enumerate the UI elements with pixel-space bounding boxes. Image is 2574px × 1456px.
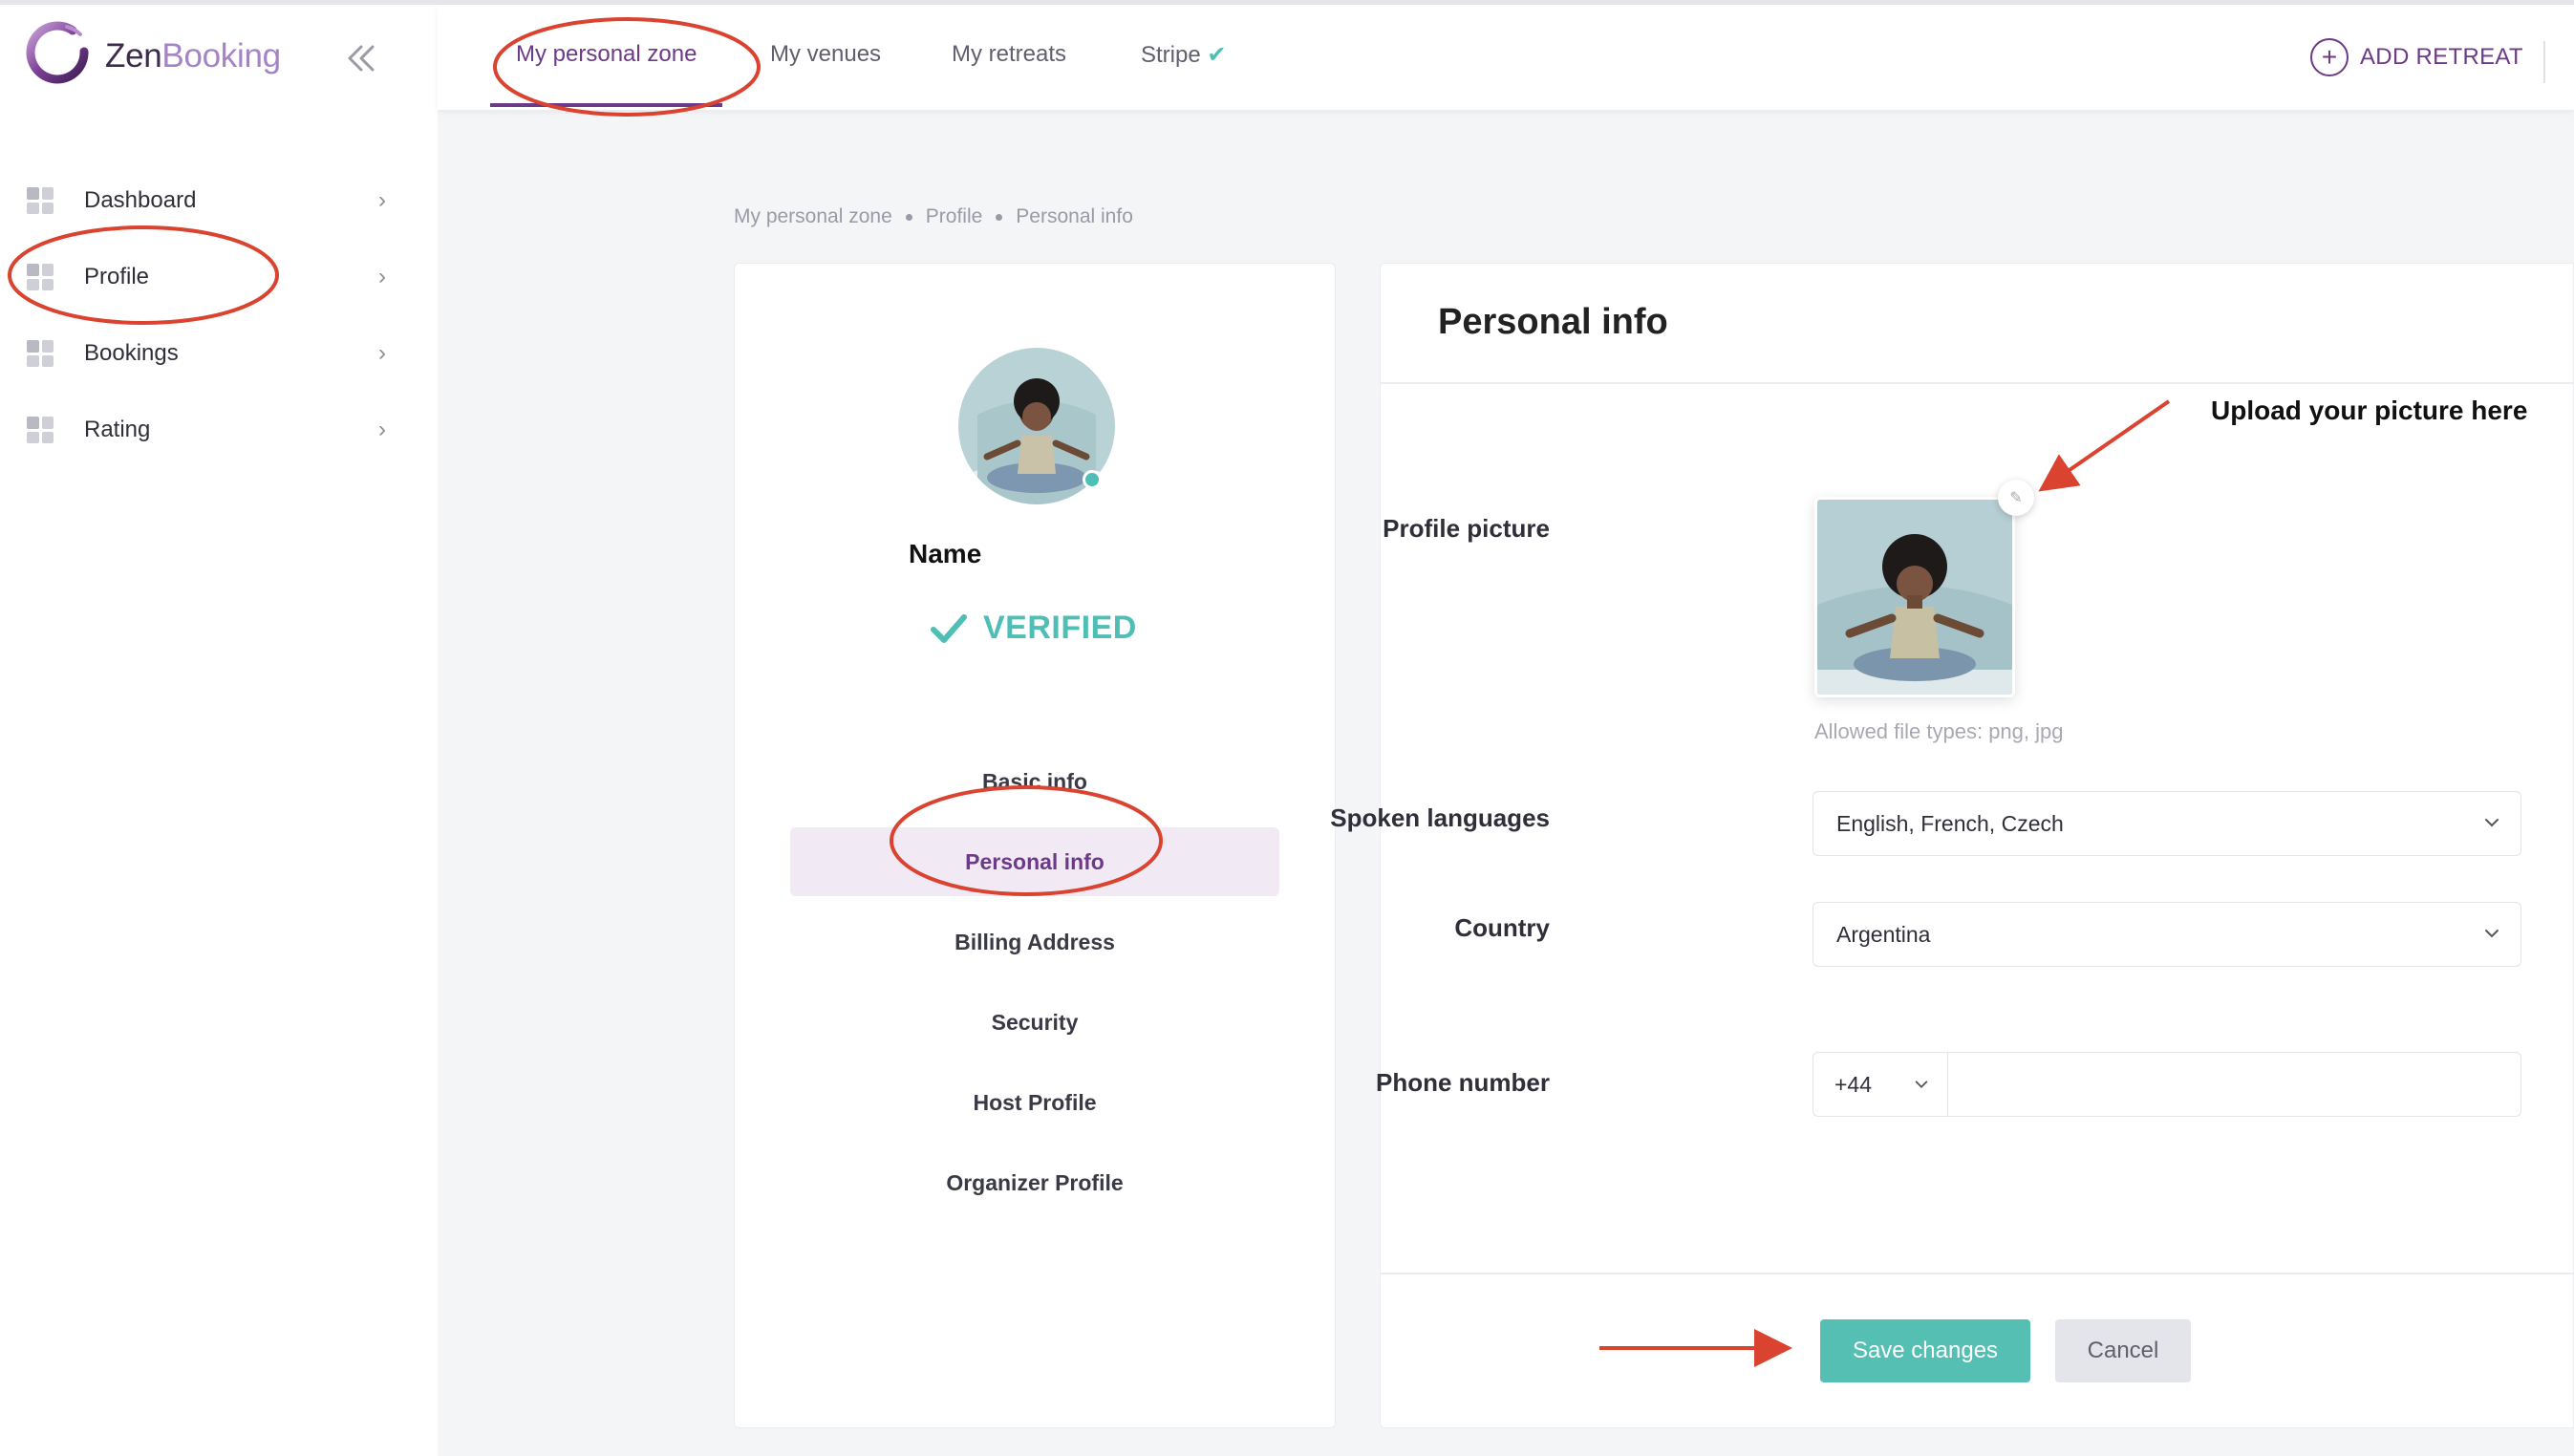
spoken-languages-label: Spoken languages bbox=[1330, 803, 1550, 832]
phone-code-value: +44 bbox=[1834, 1071, 1873, 1097]
profile-picture-label: Profile picture bbox=[1383, 514, 1550, 543]
header-divider bbox=[2543, 41, 2545, 83]
nav-basic-info[interactable]: Basic info bbox=[790, 741, 1279, 822]
chevron-down-icon bbox=[1915, 1081, 1928, 1088]
sidebar: ZenBooking Dashboard › Profile › Booking… bbox=[0, 5, 438, 1456]
edit-picture-icon[interactable]: ✎ bbox=[1998, 480, 2034, 516]
add-retreat-button[interactable]: + ADD RETREAT bbox=[2310, 38, 2523, 76]
sidebar-item-rating[interactable]: Rating › bbox=[0, 392, 438, 468]
divider bbox=[1381, 1273, 2574, 1274]
breadcrumb-item[interactable]: Profile bbox=[926, 205, 983, 228]
nav-organizer-profile[interactable]: Organizer Profile bbox=[790, 1143, 1279, 1223]
divider bbox=[1381, 382, 2574, 384]
sidebar-nav: Dashboard › Profile › Bookings › Rating … bbox=[0, 162, 438, 468]
top-header: My personal zone My venues My retreats S… bbox=[438, 5, 2574, 110]
spoken-languages-select[interactable]: English, French, Czech bbox=[1813, 791, 2521, 856]
profile-picture-preview[interactable] bbox=[1814, 497, 2015, 697]
personal-info-form: Personal info Profile picture ✎ Allowed … bbox=[1330, 263, 2574, 1428]
country-select[interactable]: Argentina bbox=[1813, 902, 2521, 967]
breadcrumb-item-current: Personal info bbox=[1016, 205, 1133, 227]
add-retreat-label: ADD RETREAT bbox=[2360, 44, 2523, 70]
nav-host-profile[interactable]: Host Profile bbox=[790, 1062, 1279, 1143]
logo[interactable]: ZenBooking bbox=[23, 21, 281, 92]
logo-text: ZenBooking bbox=[105, 37, 281, 75]
dashboard-grid-icon bbox=[27, 187, 54, 214]
plus-icon: + bbox=[2310, 38, 2349, 76]
active-tab-indicator bbox=[490, 103, 722, 107]
cancel-button[interactable]: Cancel bbox=[2055, 1319, 2191, 1382]
collapse-sidebar-icon[interactable] bbox=[344, 41, 378, 75]
sidebar-item-profile[interactable]: Profile › bbox=[0, 239, 438, 315]
profile-name: Name bbox=[909, 539, 982, 568]
logo-text-zen: Zen bbox=[105, 37, 162, 75]
bookings-grid-icon bbox=[27, 340, 54, 367]
tab-stripe[interactable]: Stripe ✔ bbox=[1141, 41, 1226, 69]
country-value: Argentina bbox=[1836, 921, 1931, 947]
verified-label: VERIFIED bbox=[983, 610, 1137, 646]
phone-number-input[interactable] bbox=[1948, 1052, 2521, 1117]
check-icon: ✔ bbox=[1207, 42, 1227, 68]
breadcrumb-separator bbox=[905, 213, 912, 221]
rating-grid-icon bbox=[27, 417, 54, 443]
checkmark-icon bbox=[931, 613, 967, 643]
country-label: Country bbox=[1454, 913, 1550, 942]
chevron-right-icon: › bbox=[378, 340, 386, 366]
breadcrumb-item[interactable]: My personal zone bbox=[734, 205, 892, 228]
online-status-dot bbox=[1083, 470, 1102, 489]
save-changes-button[interactable]: Save changes bbox=[1820, 1319, 2030, 1382]
sidebar-item-label: Rating bbox=[84, 417, 151, 442]
chevron-right-icon: › bbox=[378, 264, 386, 289]
meditating-person-illustration bbox=[1817, 500, 2012, 695]
sidebar-item-label: Profile bbox=[84, 264, 150, 289]
tab-stripe-label: Stripe bbox=[1141, 42, 1201, 68]
phone-country-code-select[interactable]: +44 bbox=[1813, 1052, 1948, 1117]
tab-my-venues[interactable]: My venues bbox=[770, 41, 881, 68]
spoken-languages-value: English, French, Czech bbox=[1836, 810, 2064, 836]
tab-my-retreats[interactable]: My retreats bbox=[952, 41, 1066, 68]
sidebar-item-bookings[interactable]: Bookings › bbox=[0, 315, 438, 392]
sidebar-item-label: Bookings bbox=[84, 340, 179, 366]
form-title: Personal info bbox=[1438, 302, 1668, 342]
tab-my-personal-zone[interactable]: My personal zone bbox=[516, 41, 697, 68]
verified-badge: VERIFIED bbox=[930, 610, 1137, 647]
logo-text-booking: Booking bbox=[161, 37, 281, 75]
breadcrumb: My personal zone Profile Personal info bbox=[734, 205, 1133, 228]
profile-grid-icon bbox=[27, 264, 54, 290]
chevron-right-icon: › bbox=[378, 417, 386, 442]
nav-security[interactable]: Security bbox=[790, 982, 1279, 1062]
upload-hint-annotation: Upload your picture here bbox=[2211, 396, 2528, 425]
chevron-right-icon: › bbox=[378, 187, 386, 213]
nav-billing-address[interactable]: Billing Address bbox=[790, 902, 1279, 982]
profile-section-nav: Basic info Personal info Billing Address… bbox=[790, 741, 1279, 1223]
sidebar-item-label: Dashboard bbox=[84, 187, 197, 213]
chevron-down-icon bbox=[2485, 930, 2499, 938]
breadcrumb-separator bbox=[996, 213, 1003, 221]
chevron-down-icon bbox=[2485, 819, 2499, 827]
phone-number-label: Phone number bbox=[1375, 1068, 1550, 1097]
profile-card: Name VERIFIED Basic info Personal info B… bbox=[734, 263, 1336, 1428]
sidebar-item-dashboard[interactable]: Dashboard › bbox=[0, 162, 438, 239]
file-types-hint: Allowed file types: png, jpg bbox=[1814, 719, 2064, 743]
logo-icon bbox=[26, 21, 89, 84]
nav-personal-info[interactable]: Personal info bbox=[790, 827, 1279, 896]
